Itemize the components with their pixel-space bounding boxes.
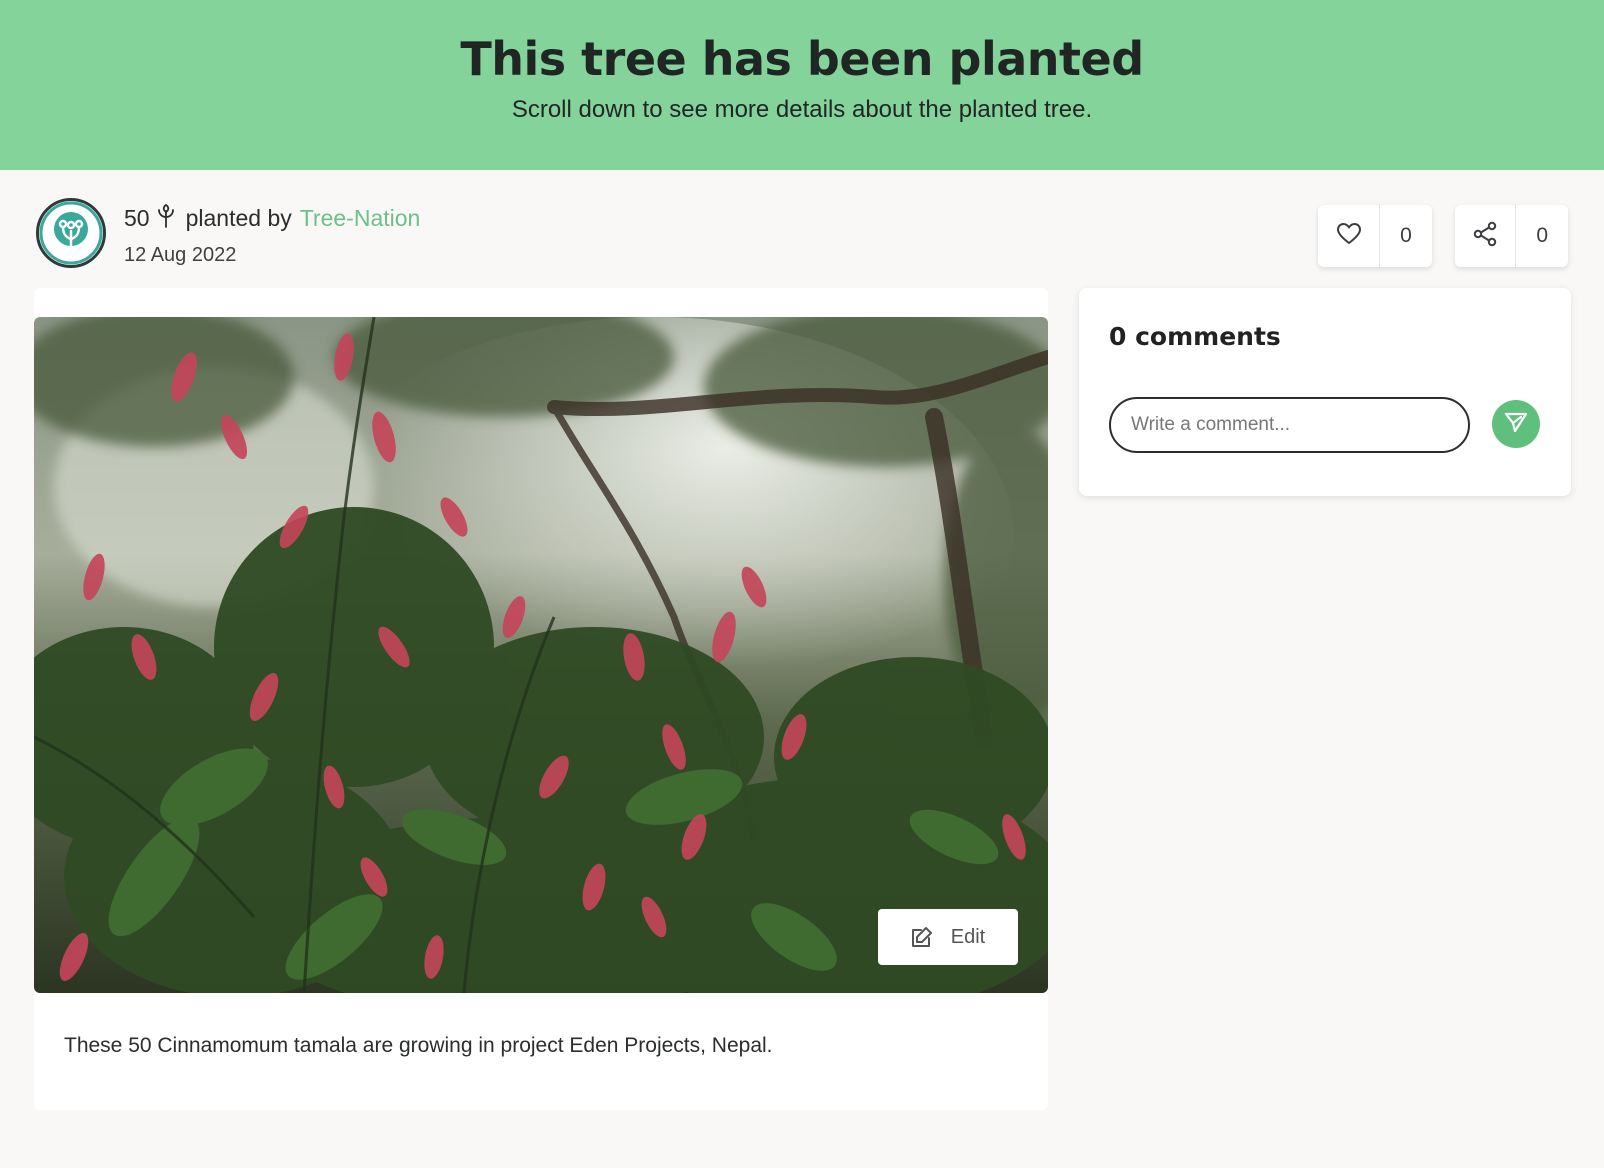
tree-count: 50 bbox=[124, 205, 150, 231]
edit-label: Edit bbox=[950, 925, 986, 948]
tree-nation-logo-icon[interactable] bbox=[36, 198, 106, 268]
comments-heading: 0 comments bbox=[1109, 322, 1281, 351]
send-icon bbox=[1504, 411, 1528, 438]
edit-icon bbox=[911, 926, 933, 948]
share-count: 0 bbox=[1536, 224, 1549, 247]
sprout-icon bbox=[156, 203, 176, 234]
planted-by-line: 50 planted by Tree-Nation bbox=[124, 203, 421, 234]
heart-icon bbox=[1336, 222, 1361, 250]
banner-subtitle: Scroll down to see more details about th… bbox=[511, 96, 1093, 123]
share-button[interactable] bbox=[1455, 205, 1517, 267]
edit-button[interactable]: Edit bbox=[878, 909, 1018, 965]
planted-by-label: planted by bbox=[185, 205, 292, 231]
comments-panel: 0 comments bbox=[1079, 288, 1571, 496]
like-count: 0 bbox=[1400, 224, 1412, 247]
tree-post-card: Edit These 50 Cinnamomum tamala are grow… bbox=[34, 288, 1048, 1110]
post-description: These 50 Cinnamomum tamala are growing i… bbox=[64, 1034, 773, 1057]
planter-org-link[interactable]: Tree-Nation bbox=[300, 205, 421, 231]
planted-banner: This tree has been planted Scroll down t… bbox=[0, 0, 1604, 170]
like-counter: 0 bbox=[1318, 205, 1432, 267]
send-comment-button[interactable] bbox=[1492, 400, 1540, 448]
like-button[interactable] bbox=[1318, 205, 1380, 267]
banner-title: This tree has been planted bbox=[460, 32, 1144, 86]
share-counter: 0 bbox=[1455, 205, 1568, 267]
share-icon bbox=[1472, 221, 1498, 252]
tree-photo: Edit bbox=[34, 317, 1048, 993]
comment-input[interactable] bbox=[1109, 397, 1470, 453]
planted-date: 12 Aug 2022 bbox=[124, 244, 237, 266]
